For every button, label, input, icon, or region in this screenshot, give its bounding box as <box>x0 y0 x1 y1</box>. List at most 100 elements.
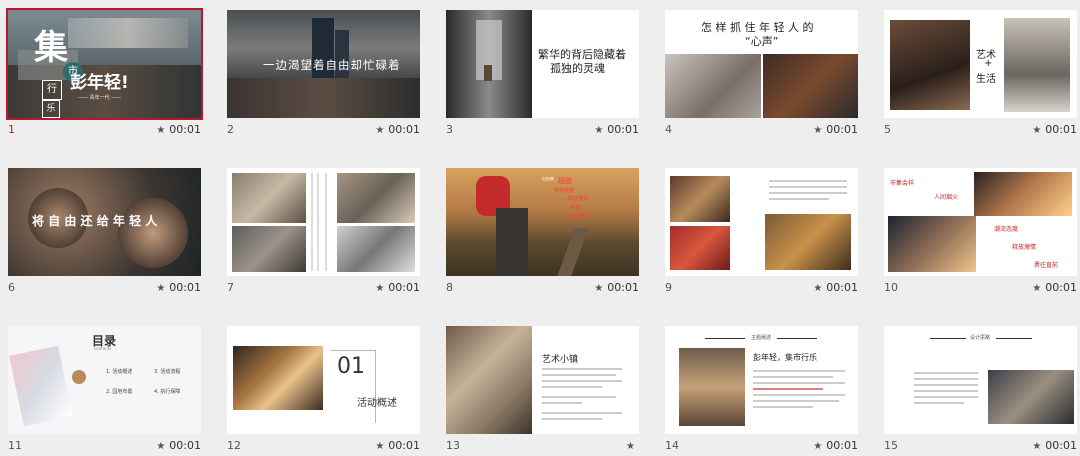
slide-cell-1[interactable]: 集 市 行 乐 彭年轻! —— 青年一代 —— 1 ★ 00:01 <box>6 8 203 140</box>
slide-transition-time[interactable]: ★ 00:01 <box>156 281 201 294</box>
slide-number: 14 <box>665 439 679 452</box>
slide-transition-time[interactable]: ★ 00:01 <box>375 123 420 136</box>
slide-transition-time[interactable]: ★ 00:01 <box>1032 439 1077 452</box>
slide-cell-13[interactable]: 艺术小镇 13 ★ <box>446 326 639 456</box>
slide5-b: + <box>984 58 993 69</box>
slide10-b: 人间烟火 <box>934 194 959 201</box>
slide-thumbnail-7[interactable] <box>227 168 420 276</box>
slide2-title: 一边渴望着自由却忙碌着 <box>263 58 401 72</box>
slide-cell-6[interactable]: 将 自 由 还 给 年 轻 人 6 ★ 00:01 <box>8 168 201 298</box>
slide-transition-time[interactable]: ★ 00:01 <box>1032 281 1077 294</box>
slide-transition-time[interactable]: ★ 00:01 <box>1032 123 1077 136</box>
slide-number: 13 <box>446 439 460 452</box>
slide-transition-time[interactable]: ★ 00:01 <box>375 439 420 452</box>
slide-cell-8[interactable]: 自由来 摆脱 轻松愉悦 释放真我 青春 生活的热爱 8 ★ 00:01 <box>446 168 639 298</box>
slide-transition-time[interactable]: ★ 00:01 <box>594 123 639 136</box>
slide-number: 6 <box>8 281 15 294</box>
slide10-photo-1 <box>974 172 1072 216</box>
slide1-big-char: 集 <box>34 28 68 68</box>
star-icon: ★ <box>813 441 823 452</box>
slide-thumbnail-6[interactable]: 将 自 由 还 给 年 轻 人 <box>8 168 201 276</box>
slide-thumbnail-3[interactable]: 繁华的背后隐藏着 孤独的灵魂 <box>446 10 639 118</box>
slide-thumbnail-2[interactable]: 一边渴望着自由却忙碌着 <box>227 10 420 118</box>
slide8-c: 轻松愉悦 <box>554 188 575 194</box>
slide1-diamond-2: 行 <box>42 80 62 100</box>
slide10-a: 市集会样 <box>890 180 915 187</box>
slide-cell-2[interactable]: 一边渴望着自由却忙碌着 2 ★ 00:01 <box>227 10 420 140</box>
star-icon: ★ <box>1032 283 1042 294</box>
slide-cell-11[interactable]: 目录 contents 1. 活动概述 3. 活动流程 2. 园地布置 4. 执… <box>8 326 201 456</box>
slide-number: 3 <box>446 123 453 136</box>
slide-cell-4[interactable]: 怎 样 抓 住 年 轻 人 的 “心声” 4 ★ 00:01 <box>665 10 858 140</box>
slide-thumbnail-11[interactable]: 目录 contents 1. 活动概述 3. 活动流程 2. 园地布置 4. 执… <box>8 326 201 434</box>
slide-thumbnail-4[interactable]: 怎 样 抓 住 年 轻 人 的 “心声” <box>665 10 858 118</box>
slide-thumbnail-10[interactable]: 市集会样 人间烟火 潮流态度 释放激情 勇往直前 <box>884 168 1077 276</box>
slide8-a: 自由来 <box>542 176 554 181</box>
slide6-title: 将 自 由 还 给 年 轻 人 <box>32 214 158 228</box>
slide11-item4: 4. 执行保障 <box>154 389 181 395</box>
slide12-photo <box>233 346 323 410</box>
slide-transition-time[interactable]: ★ 00:01 <box>813 439 858 452</box>
slide-meta-8: 8 ★ 00:01 <box>446 276 639 298</box>
slide-cell-7[interactable]: 7 ★ 00:01 <box>227 168 420 298</box>
slide10-d: 释放激情 <box>1012 244 1037 251</box>
star-icon: ★ <box>594 283 604 294</box>
slide-meta-6: 6 ★ 00:01 <box>8 276 201 298</box>
slide-meta-14: 14 ★ 00:01 <box>665 434 858 456</box>
slide-cell-9[interactable]: 9 ★ 00:01 <box>665 168 858 298</box>
slide-thumbnail-15[interactable]: 设计思路 <box>884 326 1077 434</box>
slide4-photo-right <box>763 54 858 118</box>
slide-number: 12 <box>227 439 241 452</box>
slide-number: 2 <box>227 123 234 136</box>
slide-transition-time[interactable]: ★ 00:01 <box>594 281 639 294</box>
slide1-diamond-3: 乐 <box>42 100 60 118</box>
slide5-photo-left <box>890 20 970 110</box>
slide-thumbnail-8[interactable]: 自由来 摆脱 轻松愉悦 释放真我 青春 生活的热爱 <box>446 168 639 276</box>
slide-meta-12: 12 ★ 00:01 <box>227 434 420 456</box>
slide-thumbnail-13[interactable]: 艺术小镇 <box>446 326 639 434</box>
slide-thumbnail-1[interactable]: 集 市 行 乐 彭年轻! —— 青年一代 —— <box>6 8 203 120</box>
slide-thumbnail-5[interactable]: 艺术 + 生活 <box>884 10 1077 118</box>
slide4-photo-left <box>665 54 761 118</box>
slide-cell-10[interactable]: 市集会样 人间烟火 潮流态度 释放激情 勇往直前 10 ★ 00:01 <box>884 168 1077 298</box>
slide10-photo-2 <box>888 216 976 272</box>
slide-thumbnail-9[interactable] <box>665 168 858 276</box>
slide9-photo-1 <box>670 176 730 222</box>
slide-thumbnail-14[interactable]: 主题阐述 彭年轻，集市行乐 <box>665 326 858 434</box>
slide-cell-3[interactable]: 繁华的背后隐藏着 孤独的灵魂 3 ★ 00:01 <box>446 10 639 140</box>
slide10-e: 勇往直前 <box>1034 262 1059 269</box>
slide-number: 15 <box>884 439 898 452</box>
slide8-b: 摆脱 <box>558 177 572 185</box>
slide5-c: 生活 <box>976 74 996 85</box>
slide-number: 7 <box>227 281 234 294</box>
slide-cell-15[interactable]: 设计思路 15 ★ 00:01 <box>884 326 1077 456</box>
slide7-photo-2 <box>232 226 306 272</box>
slide-transition-time[interactable]: ★ 00:01 <box>156 123 201 136</box>
star-icon: ★ <box>813 283 823 294</box>
slide-cell-12[interactable]: 01 活动概述 12 ★ 00:01 <box>227 326 420 456</box>
slide-thumbnail-12[interactable]: 01 活动概述 <box>227 326 420 434</box>
slide-transition-time[interactable]: ★ 00:01 <box>156 439 201 452</box>
slide7-photo-3 <box>337 173 415 223</box>
slide15-head: 设计思路 <box>970 335 991 341</box>
slide-meta-5: 5 ★ 00:01 <box>884 118 1077 140</box>
slide-meta-15: 15 ★ 00:01 <box>884 434 1077 456</box>
slide14-photo <box>679 348 745 426</box>
slide-meta-10: 10 ★ 00:01 <box>884 276 1077 298</box>
slide-transition-time[interactable]: ★ 00:01 <box>375 281 420 294</box>
slide10-c: 潮流态度 <box>994 226 1019 233</box>
slide-transition-time[interactable]: ★ 00:01 <box>813 123 858 136</box>
slide-cell-14[interactable]: 主题阐述 彭年轻，集市行乐 14 ★ 00:01 <box>665 326 858 456</box>
star-icon: ★ <box>156 283 166 294</box>
slide11-item3: 3. 活动流程 <box>154 369 181 375</box>
slide-transition-time[interactable]: ★ 00:01 <box>813 281 858 294</box>
slide-cell-5[interactable]: 艺术 + 生活 5 ★ 00:01 <box>884 10 1077 140</box>
slide9-photo-2 <box>670 226 730 270</box>
slide-transition-time[interactable]: ★ <box>626 439 639 452</box>
slide-number: 8 <box>446 281 453 294</box>
slide11-item1: 1. 活动概述 <box>106 369 133 375</box>
slide1-title: 彭年轻! <box>70 73 129 93</box>
slide-meta-9: 9 ★ 00:01 <box>665 276 858 298</box>
slide9-photo-3 <box>765 214 851 270</box>
slide-meta-1: 1 ★ 00:01 <box>8 118 201 140</box>
